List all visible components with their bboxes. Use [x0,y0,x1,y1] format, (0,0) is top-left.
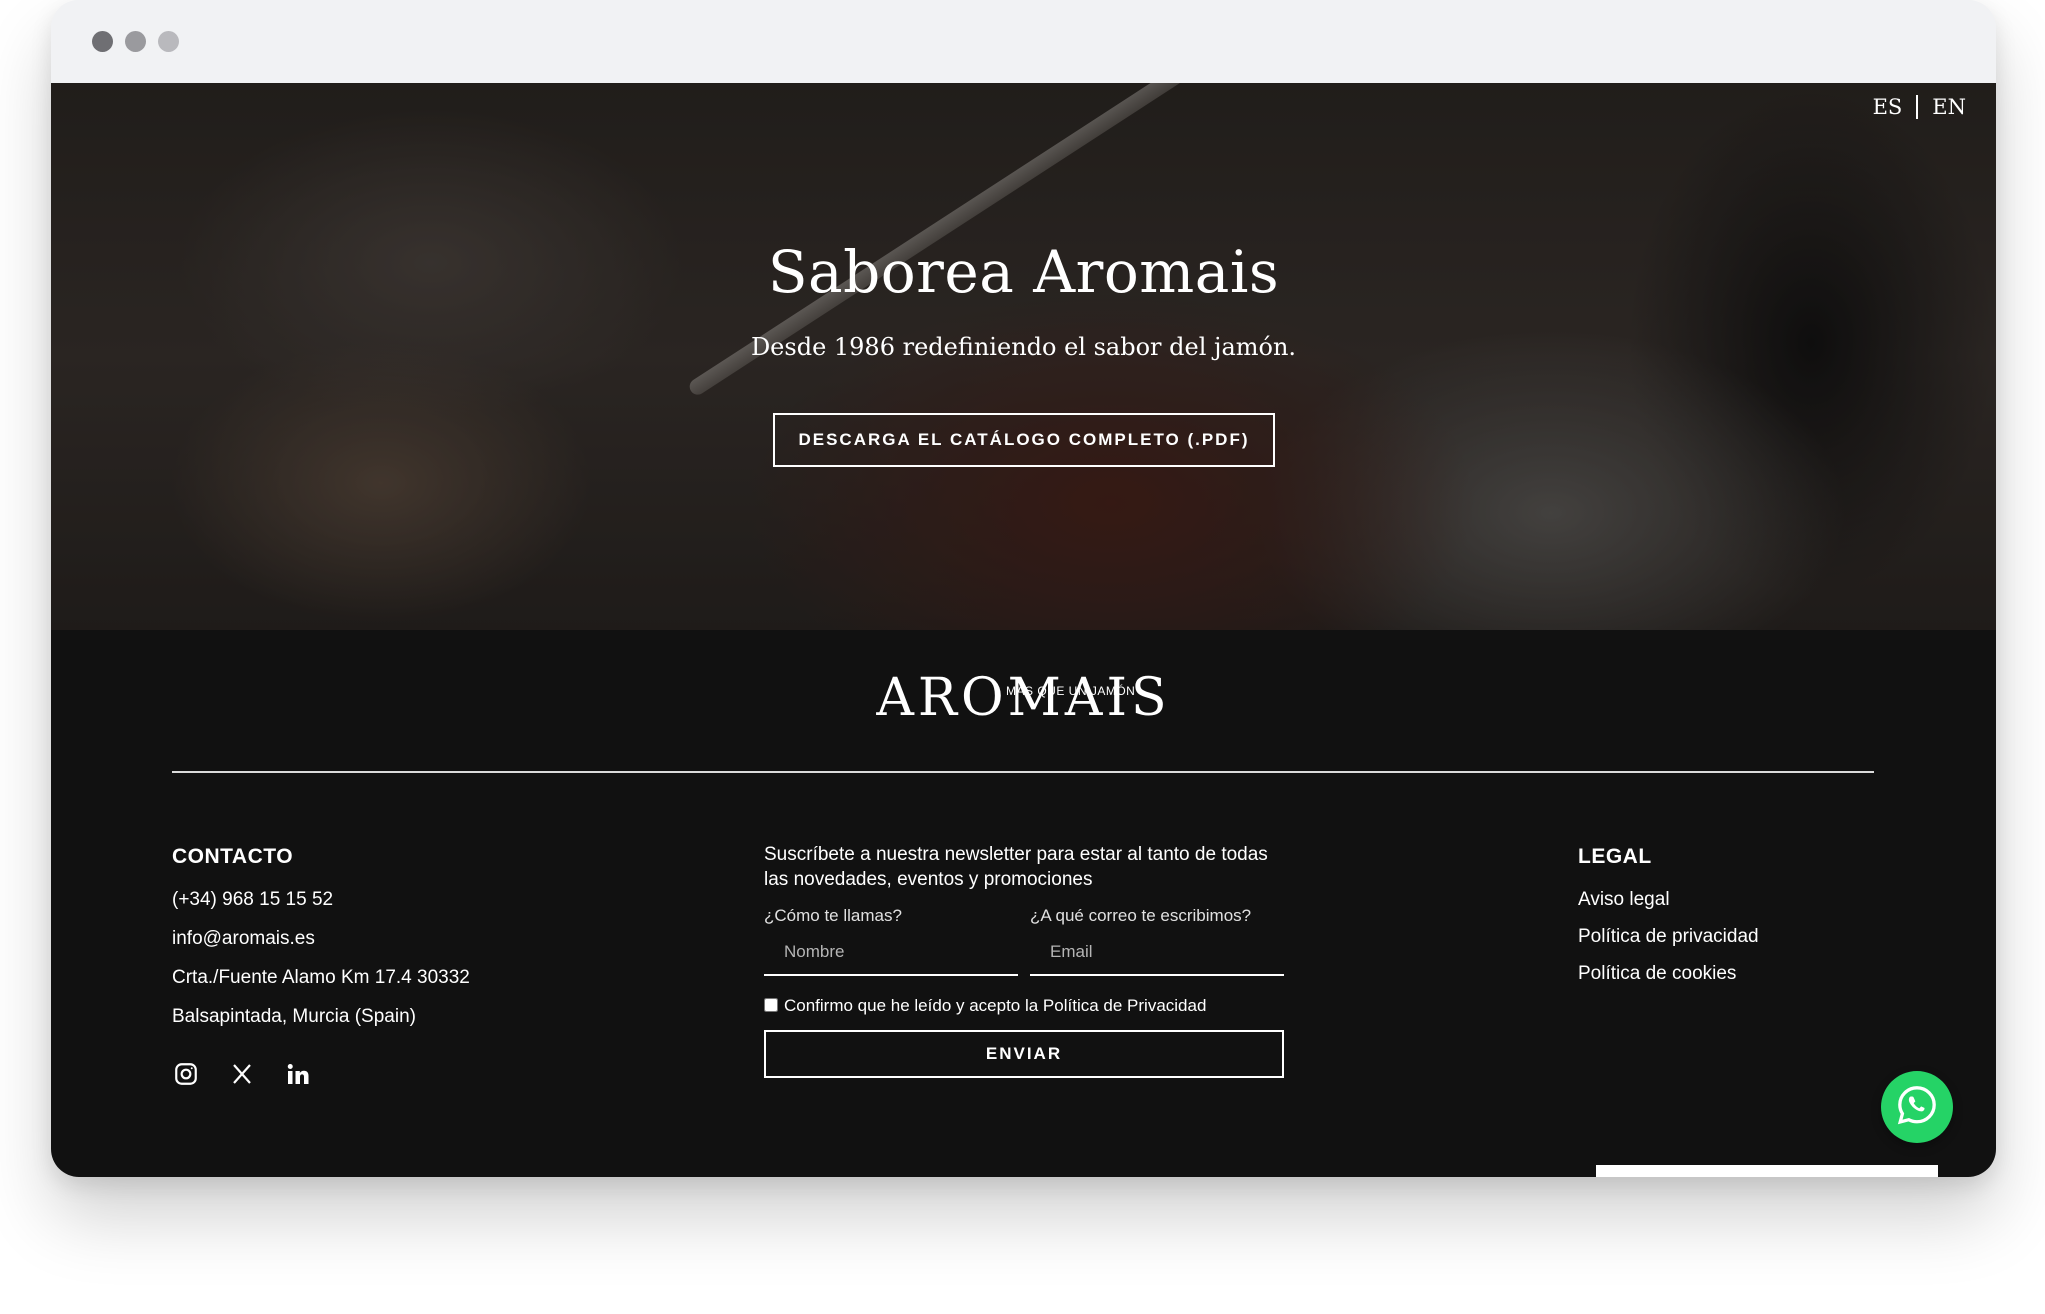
window-minimize-dot[interactable] [125,31,146,52]
cookie-banner-edge [1596,1165,1938,1177]
title-bar [51,0,1996,83]
hero-subtitle: Desde 1986 redefiniendo el sabor del jam… [750,333,1297,361]
newsletter-fields: ¿Cómo te llamas? ¿A qué correo te escrib… [764,906,1284,976]
name-field-label: ¿Cómo te llamas? [764,906,902,925]
hero-title: Saborea Aromais [767,238,1280,306]
site-footer: AROMAIS MÁS QUE UN JAMÓN CONTACTO (+34) … [51,630,1996,1177]
newsletter-form: Suscríbete a nuestra newsletter para est… [764,842,1284,1078]
newsletter-intro: Suscríbete a nuestra newsletter para est… [764,844,1268,890]
privacy-consent-checkbox[interactable] [764,998,778,1012]
email-field-label: ¿A qué correo te escribimos? [1030,906,1252,925]
logo-wordmark: AROMAIS [876,668,1171,728]
email-input[interactable] [1030,936,1284,976]
contact-phone[interactable]: (+34) 968 15 15 52 [172,889,470,911]
name-input[interactable] [764,936,1018,976]
instagram-icon[interactable] [172,1060,200,1088]
lang-es-link[interactable]: ES [1873,95,1903,119]
contact-heading: CONTACTO [172,845,294,868]
send-button[interactable]: ENVIAR [764,1030,1284,1078]
window-close-dot[interactable] [92,31,113,52]
download-catalog-button[interactable]: DESCARGA EL CATÁLOGO COMPLETO (.PDF) [773,413,1275,467]
footer-divider [172,771,1874,773]
social-links [172,1060,312,1088]
logo-tagline: MÁS QUE UN JAMÓN [1006,684,1136,698]
legal-link-privacidad[interactable]: Política de privacidad [1578,926,1759,948]
email-field-group: ¿A qué correo te escribimos? [1030,906,1284,976]
window-maximize-dot[interactable] [158,31,179,52]
privacy-consent: Confirmo que he leído y acepto la Políti… [764,996,1284,1016]
lang-separator [1916,95,1919,119]
legal-link-aviso[interactable]: Aviso legal [1578,889,1759,911]
x-icon[interactable] [228,1060,256,1088]
hero-section: ES EN Saborea Aromais Desde 1986 redefin… [51,83,1996,630]
name-field-group: ¿Cómo te llamas? [764,906,1018,976]
contact-column: CONTACTO (+34) 968 15 15 52 info@aromais… [172,845,470,1045]
whatsapp-button[interactable] [1881,1071,1953,1143]
privacy-consent-label[interactable]: Confirmo que he leído y acepto la Políti… [784,996,1206,1016]
contact-address-line1: Crta./Fuente Alamo Km 17.4 30332 [172,967,470,988]
lang-en-link[interactable]: EN [1932,95,1966,119]
aromais-logo[interactable]: AROMAIS [51,670,1996,726]
browser-window: ES EN Saborea Aromais Desde 1986 redefin… [51,0,1996,1177]
contact-email[interactable]: info@aromais.es [172,928,470,950]
legal-link-cookies[interactable]: Política de cookies [1578,963,1759,985]
whatsapp-icon [1895,1083,1939,1132]
contact-address-line2: Balsapintada, Murcia (Spain) [172,1006,416,1027]
legal-column: LEGAL Aviso legal Política de privacidad… [1578,845,1759,1000]
linkedin-icon[interactable] [284,1060,312,1088]
language-switcher: ES EN [1873,95,1966,119]
legal-heading: LEGAL [1578,845,1652,868]
